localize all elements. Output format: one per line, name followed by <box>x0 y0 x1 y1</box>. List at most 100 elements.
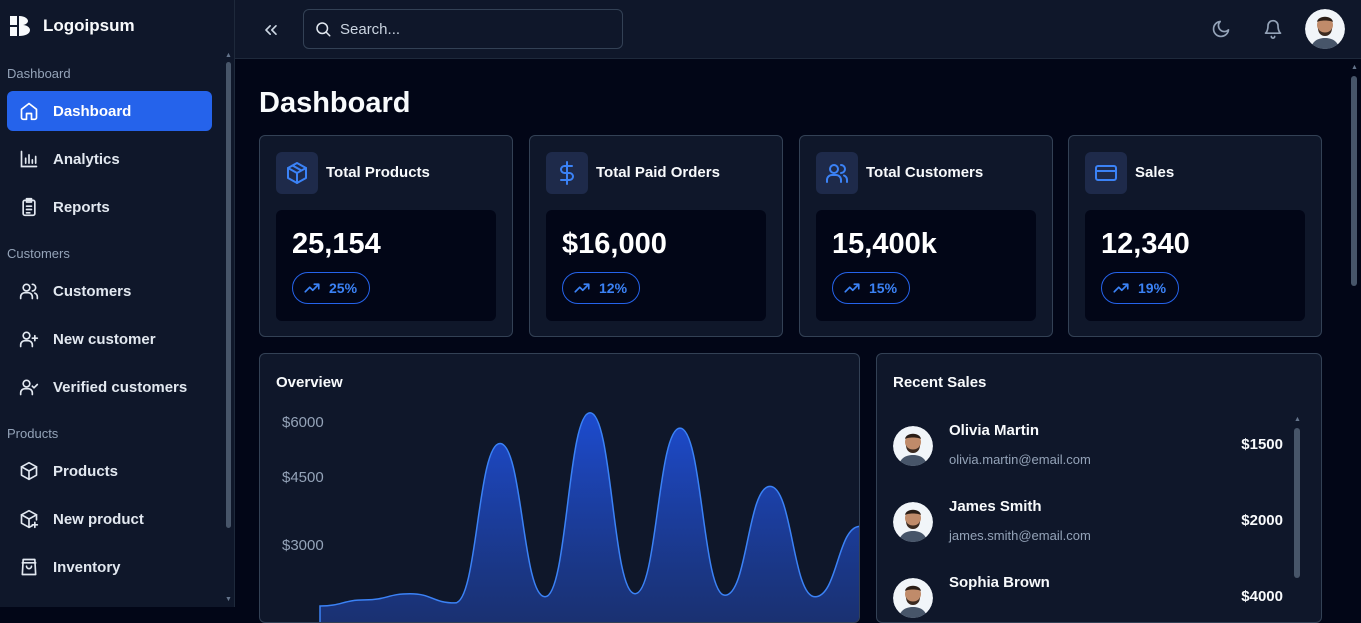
trend-badge: 19% <box>1101 272 1180 304</box>
stat-title: Total Products <box>326 164 430 181</box>
overview-area-chart <box>319 412 859 622</box>
stat-value: 25,154 <box>292 228 381 260</box>
dollar-icon <box>560 161 574 185</box>
trend-badge: 15% <box>832 272 911 304</box>
search-box[interactable] <box>303 9 623 49</box>
stat-icon-wrap <box>276 152 318 194</box>
brand-logo[interactable]: Logoipsum <box>9 14 135 38</box>
stat-card-sales: Sales 12,340 19% <box>1068 135 1322 337</box>
overview-card: Overview $6000 $4500 $3000 <box>259 353 860 623</box>
sidebar-item-label: New product <box>53 510 144 528</box>
trend-badge: 12% <box>562 272 641 304</box>
stat-value-panel: 15,400k 15% <box>816 210 1036 321</box>
sidebar-item-new-customer[interactable]: New customer <box>7 319 212 359</box>
users-icon <box>19 283 39 300</box>
sidebar-item-products[interactable]: Products <box>7 451 212 491</box>
sidebar-item-label: Verified customers <box>53 378 188 396</box>
avatar-image <box>1305 9 1345 49</box>
clipboard-icon <box>22 197 36 217</box>
stat-value: $16,000 <box>562 228 667 260</box>
stat-title: Total Customers <box>866 164 984 181</box>
list-item[interactable]: James Smith james.smith@email.com $2000 <box>893 498 1293 558</box>
user-plus-icon <box>19 331 39 348</box>
list-scroll-up-arrow[interactable]: ▲ <box>1294 416 1301 423</box>
trend-value: 19% <box>1138 280 1167 296</box>
notifications-button[interactable] <box>1262 18 1284 40</box>
sidebar-scrollbar[interactable] <box>226 62 231 528</box>
sidebar-item-label: Products <box>53 462 119 480</box>
sidebar-item-customers[interactable]: Customers <box>7 271 212 311</box>
chart-area <box>319 412 859 622</box>
stat-value: 12,340 <box>1101 228 1190 260</box>
recent-sales-title: Recent Sales <box>893 374 987 391</box>
stat-card-total-products: Total Products 25,154 25% <box>259 135 513 337</box>
sidebar-item-label: New customer <box>53 330 156 348</box>
sidebar-item-verified-customers[interactable]: Verified customers <box>7 367 212 407</box>
stat-icon-wrap <box>1085 152 1127 194</box>
collapse-sidebar-button[interactable] <box>259 18 283 42</box>
recent-sales-scrollbar[interactable] <box>1294 428 1300 578</box>
sidebar-item-label: Inventory <box>53 558 121 576</box>
stat-title: Total Paid Orders <box>596 164 720 181</box>
customer-name: Olivia Martin <box>949 422 1040 439</box>
home-icon <box>20 102 38 121</box>
list-item[interactable]: Olivia Martin olivia.martin@email.com $1… <box>893 422 1293 482</box>
section-label-products: Products <box>7 426 59 441</box>
sidebar-scroll-up-arrow[interactable]: ▲ <box>225 52 232 59</box>
trend-value: 12% <box>599 280 628 296</box>
page-title: Dashboard <box>259 87 411 119</box>
trending-up-icon <box>574 283 590 293</box>
bar-chart-icon <box>20 150 38 168</box>
brand-name: Logoipsum <box>43 16 135 35</box>
main-content: Dashboard Total Products 25,154 25% Tota… <box>235 59 1347 623</box>
sidebar: Logoipsum Dashboard Dashboard Analytics … <box>0 0 235 607</box>
recent-sales-card: Recent Sales Olivia Martin olivia.martin… <box>876 353 1322 623</box>
sidebar-item-label: Analytics <box>53 150 120 168</box>
page-scrollbar[interactable] <box>1351 76 1357 286</box>
package-plus-icon <box>20 509 39 529</box>
section-label-customers: Customers <box>7 246 70 261</box>
sidebar-item-analytics[interactable]: Analytics <box>7 139 212 179</box>
package-icon <box>20 461 38 481</box>
avatar <box>893 578 933 618</box>
stat-value: 15,400k <box>832 228 937 260</box>
avatar-image <box>893 578 933 618</box>
sidebar-item-dashboard[interactable]: Dashboard <box>7 91 212 131</box>
sidebar-item-label: Dashboard <box>53 102 132 120</box>
search-input[interactable] <box>340 20 600 38</box>
list-item[interactable]: Sophia Brown $4000 <box>893 574 1293 622</box>
chevrons-left-icon <box>265 25 277 36</box>
trending-up-icon <box>1113 283 1129 293</box>
avatar-image <box>893 426 933 466</box>
sidebar-scroll-down-arrow[interactable]: ▼ <box>225 596 232 603</box>
stat-icon-wrap <box>816 152 858 194</box>
theme-toggle-button[interactable] <box>1210 18 1232 40</box>
sidebar-item-reports[interactable]: Reports <box>7 187 212 227</box>
avatar <box>893 426 933 466</box>
avatar <box>893 502 933 542</box>
credit-card-icon <box>1095 165 1117 181</box>
sidebar-item-new-product[interactable]: New product <box>7 499 212 539</box>
customer-email: james.smith@email.com <box>949 528 1091 543</box>
section-label-dashboard: Dashboard <box>7 66 71 81</box>
stat-title: Sales <box>1135 164 1175 181</box>
sidebar-item-inventory[interactable]: Inventory <box>7 547 212 587</box>
logo-icon <box>10 16 30 36</box>
sale-amount: $1500 <box>1241 436 1283 453</box>
sale-amount: $4000 <box>1241 588 1283 605</box>
sale-amount: $2000 <box>1241 512 1283 529</box>
user-check-icon <box>19 379 39 396</box>
users-icon <box>826 164 848 183</box>
trend-badge: 25% <box>292 272 371 304</box>
page-scroll-up-arrow[interactable]: ▲ <box>1351 64 1358 71</box>
stat-icon-wrap <box>546 152 588 194</box>
box-icon <box>287 162 307 184</box>
user-avatar[interactable] <box>1305 9 1345 49</box>
bell-icon <box>1264 19 1282 39</box>
customer-name: James Smith <box>949 498 1042 515</box>
customer-email: olivia.martin@email.com <box>949 452 1091 467</box>
trending-up-icon <box>844 283 860 293</box>
shopping-bag-icon <box>21 558 37 576</box>
trend-value: 15% <box>869 280 898 296</box>
stat-card-total-paid-orders: Total Paid Orders $16,000 12% <box>529 135 783 337</box>
